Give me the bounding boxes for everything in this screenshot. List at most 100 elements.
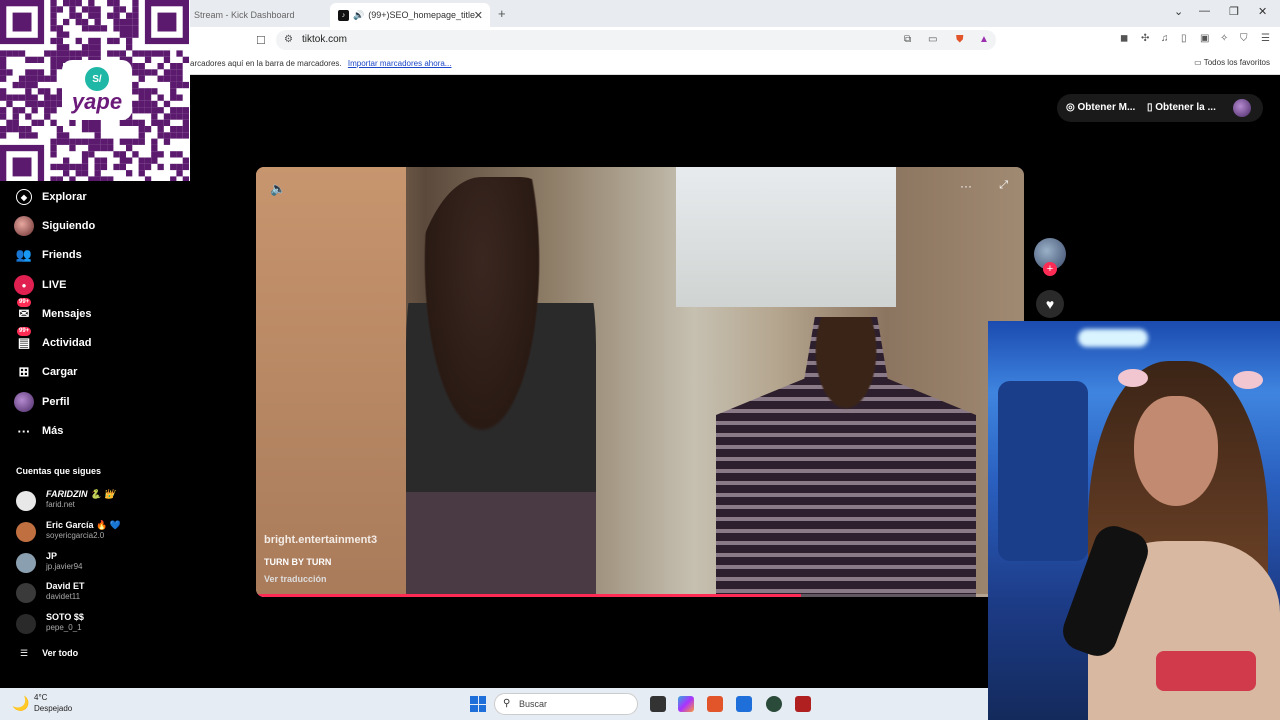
video-frame-sky (676, 167, 896, 307)
restore-icon[interactable]: ❐ (1229, 5, 1239, 18)
moon-icon: 🌙 (12, 695, 30, 711)
sidebar-item-live[interactable]: ● LIVE (14, 274, 66, 296)
site-info-icon[interactable]: ⚙ (284, 34, 293, 45)
followed-account[interactable]: JP jp.javier94 (16, 551, 156, 575)
see-all-button[interactable]: ☰ Ver todo (20, 648, 78, 659)
translate-icon[interactable]: ⧉ (904, 34, 911, 45)
followed-account[interactable]: Eric García 🔥 💙 soyericgarcia2.0 (16, 520, 156, 544)
user-avatar[interactable] (1233, 99, 1251, 117)
video-frame-person (406, 177, 596, 597)
account-handle: soyericgarcia2.0 (46, 531, 105, 540)
extensions-icon[interactable]: ✣ (1141, 33, 1149, 44)
account-handle: jp.javier94 (46, 562, 83, 571)
sidebar-item-label: Más (42, 425, 64, 437)
followed-account[interactable]: SOTO $$ pepe_0_1 (16, 612, 156, 636)
windows-taskbar: 🌙 4°C Despejado ⚲ Buscar (0, 688, 988, 720)
speaker-icon[interactable]: 🔊 (353, 10, 364, 21)
copilot-icon[interactable] (678, 696, 694, 712)
bookmark-icon[interactable]: ☐ (256, 34, 266, 47)
sidebar-item-siguiendo[interactable]: Siguiendo (14, 215, 95, 237)
tab-search-icon[interactable]: ⌄ (1174, 5, 1183, 18)
menu-icon[interactable]: ☰ (1261, 33, 1270, 44)
sidebar-item-mas[interactable]: ··· Más (14, 420, 64, 442)
webcam-light (1078, 329, 1148, 347)
more-options-icon[interactable]: ··· (960, 179, 972, 193)
favorites-label: Todos los favoritos (1203, 58, 1270, 67)
browser-tabbar: Stream - Kick Dashboard ♪ 🔊 (99+)SEO_hom… (0, 0, 1280, 27)
follow-plus-icon[interactable]: + (1043, 262, 1057, 276)
video-author[interactable]: bright.entertainment3 (264, 534, 377, 546)
avatar (16, 583, 36, 603)
sidebar-item-label: Explorar (42, 191, 87, 203)
video-frame-person (716, 317, 976, 597)
leo-ai-icon[interactable]: ✧ (1220, 33, 1228, 44)
brave-browser-icon[interactable] (707, 696, 723, 712)
tab-tiktok[interactable]: ♪ 🔊 (99+)SEO_homepage_title ✕ (330, 3, 490, 27)
video-description: TURN BY TURN (264, 557, 332, 567)
bookmarks-bar: arcadores aquí en la barra de marcadores… (0, 53, 1280, 75)
sidebar-item-label: Cargar (42, 366, 78, 378)
fullscreen-icon[interactable]: ⤢ (999, 179, 1008, 192)
sidebar-item-explorar[interactable]: ◆ Explorar (14, 186, 87, 208)
taskbar-search[interactable]: ⚲ Buscar (494, 693, 638, 715)
address-bar[interactable]: ⚙ tiktok.com ⧉ ▭ ⛊ ▲ (276, 30, 996, 50)
wallet-icon[interactable]: ▣ (1200, 33, 1209, 44)
account-handle: farid.net (46, 500, 75, 509)
volume-icon[interactable]: 🔈 (270, 181, 286, 197)
sidebar-item-perfil[interactable]: Perfil (14, 391, 70, 413)
sidebar-item-label: Actividad (42, 337, 92, 349)
close-window-icon[interactable]: ✕ (1258, 5, 1267, 18)
extension-1-icon[interactable]: ◼ (1120, 33, 1128, 44)
close-tab-icon[interactable]: ✕ (474, 9, 483, 22)
account-handle: pepe_0_1 (46, 623, 82, 632)
screen: Stream - Kick Dashboard ♪ 🔊 (99+)SEO_hom… (0, 0, 1280, 720)
like-heart-icon[interactable]: ♥ (1036, 290, 1064, 318)
sidebar-item-label: Friends (42, 249, 82, 261)
all-favorites-button[interactable]: ▭ Todos los favoritos (1194, 58, 1270, 67)
tab-kick-dashboard[interactable]: Stream - Kick Dashboard (186, 3, 326, 27)
get-coins-button[interactable]: ◎ Obtener M... (1066, 102, 1135, 113)
folder-icon: ▭ (1194, 58, 1204, 67)
vpn-icon[interactable]: ⛉ (1240, 33, 1248, 44)
activity-badge: 99+ (17, 327, 32, 336)
profile-avatar (14, 392, 34, 412)
sidebar-item-cargar[interactable]: ⊞ Cargar (14, 361, 78, 383)
video-frame-wall (256, 167, 406, 597)
compass-icon: ◆ (16, 189, 32, 205)
cast-icon[interactable]: ▭ (928, 34, 937, 45)
windows-start-icon[interactable] (470, 696, 486, 712)
avatar (16, 614, 36, 634)
sidebar-item-actividad[interactable]: ▤ 99+ Actividad (14, 327, 92, 354)
music-icon[interactable]: ♫ (1161, 33, 1169, 44)
tiktok-favicon-icon: ♪ (338, 9, 349, 21)
bookmarks-hint-text: arcadores aquí en la barra de marcadores… (190, 59, 342, 68)
brave-shield-icon[interactable]: ⛊ (956, 34, 964, 45)
headband-ear (1233, 371, 1263, 389)
sidebar-item-mensajes[interactable]: ✉ 99+ Mensajes (14, 298, 92, 325)
webcam-headband (1118, 359, 1268, 389)
store-icon[interactable] (736, 696, 752, 712)
dota-icon[interactable] (795, 696, 811, 712)
avatar (16, 491, 36, 511)
file-explorer-icon[interactable] (650, 696, 666, 712)
import-bookmarks-link[interactable]: Importar marcadores ahora... (348, 59, 452, 68)
bookmarks-bar-message: arcadores aquí en la barra de marcadores… (190, 59, 451, 68)
translate-link[interactable]: Ver traducción (264, 574, 327, 584)
brave-rewards-icon[interactable]: ▲ (979, 34, 989, 45)
sidebar-item-label: Perfil (42, 396, 70, 408)
weather-desc: Despejado (34, 704, 73, 713)
followed-account[interactable]: David ET davidet11 (16, 581, 156, 605)
new-tab-icon[interactable]: + (498, 6, 506, 21)
app-icon[interactable] (766, 696, 782, 712)
sidebar-item-friends[interactable]: 👥 Friends (14, 244, 82, 266)
see-all-label: Ver todo (42, 648, 79, 658)
followed-account[interactable]: FARIDZIN 🐍 👑 farid.net (16, 489, 156, 513)
account-name: FARIDZIN 🐍 👑 (46, 489, 115, 499)
video-player[interactable]: 🔈 ··· ⤢ bright.entertainment3 TURN BY TU… (256, 167, 1024, 597)
messages-icon: ✉ 99+ (17, 298, 32, 321)
sidebar-icon[interactable]: ▯ (1181, 33, 1187, 44)
weather-temp: 4°C (34, 693, 48, 702)
browser-toolbar: ☐ ⚙ tiktok.com ⧉ ▭ ⛊ ▲ ◼ ✣ ♫ ▯ ▣ ✧ ⛉ ☰ (0, 27, 1280, 53)
get-app-button[interactable]: ▯ Obtener la ... (1147, 102, 1216, 113)
minimize-icon[interactable]: — (1199, 5, 1210, 17)
